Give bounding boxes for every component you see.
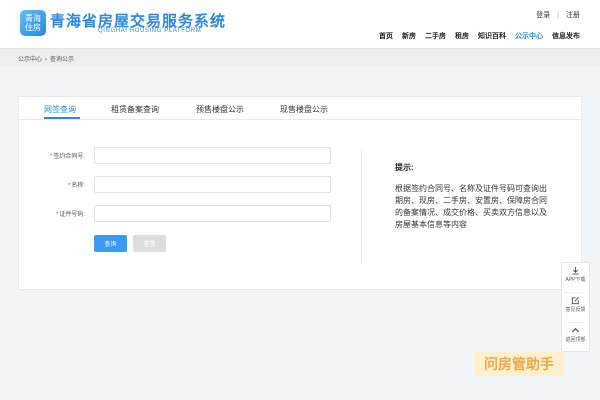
download-icon [572, 266, 579, 275]
nav-public-center[interactable]: 公示中心 [515, 31, 543, 41]
name-label-text: 名称: [71, 183, 85, 189]
register-link[interactable]: 注册 [566, 12, 580, 19]
reset-button[interactable]: 重置 [133, 235, 166, 252]
query-card: 网签查询 租赁备案查询 预售楼盘公示 现售楼盘公示 *签约合同号: *名称: *… [18, 96, 582, 290]
auth-links: 登录 | 注册 [536, 10, 580, 20]
tip-title: 提示: [395, 163, 414, 172]
divider [361, 149, 362, 264]
id-number-input[interactable] [94, 205, 331, 222]
watermark-badge: 问房管助手 [474, 352, 564, 376]
tab-bar: 网签查询 租赁备案查询 预售楼盘公示 现售楼盘公示 [19, 97, 581, 120]
float-divider [565, 292, 586, 293]
float-divider [565, 322, 586, 323]
nav-knowledge[interactable]: 知识百科 [478, 31, 506, 41]
breadcrumb-bar: 公示中心 › 查询公示 [0, 48, 600, 66]
feedback-button[interactable]: 意见反馈 [562, 296, 589, 313]
main-nav: 首页 新房 二手房 租房 知识百科 公示中心 信息发布 [379, 31, 580, 41]
id-label-text: 证件号码: [59, 212, 85, 218]
chevron-right-icon: › [45, 57, 48, 63]
app-download-button[interactable]: APP下载 [562, 266, 589, 283]
breadcrumb-home[interactable]: 公示中心 [18, 57, 42, 63]
nav-home[interactable]: 首页 [379, 31, 393, 41]
contract-row: *签约合同号: [19, 147, 349, 165]
active-tab-indicator [44, 117, 80, 119]
site-subtitle: QINGHAI HOUSING PLATFORM [98, 28, 202, 34]
site-logo[interactable]: 青海 住房 [20, 10, 46, 36]
query-button[interactable]: 查询 [94, 235, 127, 252]
tab-onsale[interactable]: 现售楼盘公示 [280, 104, 328, 115]
edit-icon [571, 297, 579, 305]
id-label: *证件号码: [19, 209, 85, 218]
logo-line1: 青海 [25, 14, 41, 23]
name-row: *名称: [19, 176, 349, 194]
chevron-up-icon [571, 327, 580, 333]
login-link[interactable]: 登录 [536, 12, 550, 19]
name-label: *名称: [19, 180, 85, 189]
auth-separator: | [557, 12, 559, 19]
logo-line2: 住房 [25, 23, 41, 32]
tab-lease-query[interactable]: 租赁备案查询 [111, 104, 159, 115]
back-to-top-label: 返回顶部 [565, 337, 586, 343]
nav-new-house[interactable]: 新房 [402, 31, 416, 41]
breadcrumb: 公示中心 › 查询公示 [18, 54, 74, 63]
contract-label: *签约合同号: [19, 151, 85, 160]
nav-rent[interactable]: 租房 [455, 31, 469, 41]
tip-body: 根据签约合同号、名称及证件号码可查询出期房、现房、二手房、安置房、保障房合同的备… [395, 184, 547, 229]
tab-contract-query[interactable]: 网签查询 [44, 104, 76, 115]
nav-info-publish[interactable]: 信息发布 [552, 31, 580, 41]
feedback-label: 意见反馈 [565, 307, 586, 313]
back-to-top-button[interactable]: 返回顶部 [562, 326, 589, 343]
contract-label-text: 签约合同号: [53, 154, 85, 160]
required-mark: * [49, 154, 53, 160]
required-mark: * [67, 183, 71, 189]
name-input[interactable] [94, 176, 331, 193]
app-download-label: APP下载 [565, 277, 586, 283]
nav-second-hand[interactable]: 二手房 [425, 31, 446, 41]
required-mark: * [55, 212, 59, 218]
contract-number-input[interactable] [94, 147, 331, 164]
floating-toolbar: APP下载 意见反馈 返回顶部 [561, 262, 590, 352]
id-row: *证件号码: [19, 205, 349, 223]
header: 青海 住房 青海省房屋交易服务系统 QINGHAI HOUSING PLATFO… [0, 0, 600, 48]
breadcrumb-current: 查询公示 [50, 57, 75, 63]
tab-presale[interactable]: 预售楼盘公示 [196, 104, 244, 115]
